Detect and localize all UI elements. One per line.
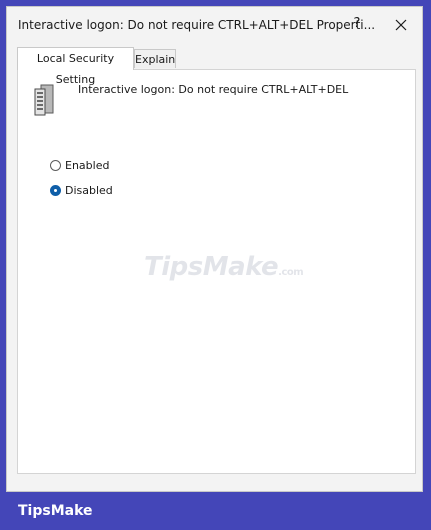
properties-dialog: Interactive logon: Do not require CTRL+A…	[6, 6, 423, 492]
apply-button[interactable]	[351, 491, 423, 492]
tab-explain[interactable]: Explain	[134, 49, 176, 68]
window-title: Interactive logon: Do not require CTRL+A…	[18, 18, 376, 32]
disabled-radio[interactable]	[50, 184, 61, 196]
help-button[interactable]: ?	[348, 15, 366, 33]
enabled-radio[interactable]	[50, 159, 61, 171]
policy-name: Interactive logon: Do not require CTRL+A…	[78, 83, 349, 96]
enabled-label[interactable]: Enabled	[65, 159, 109, 172]
close-icon	[395, 19, 407, 31]
server-policy-icon	[34, 84, 54, 116]
tab-panel: Interactive logon: Do not require CTRL+A…	[17, 69, 416, 474]
screenshot-frame: Interactive logon: Do not require CTRL+A…	[0, 0, 431, 530]
title-bar: Interactive logon: Do not require CTRL+A…	[7, 7, 422, 41]
watermark: TipsMake.com	[144, 252, 304, 282]
close-button[interactable]	[391, 15, 411, 35]
cancel-button[interactable]	[270, 491, 344, 492]
tab-strip: Local Security Setting Explain	[17, 47, 417, 86]
footer-brand: TipsMake	[18, 503, 93, 519]
enabled-option[interactable]: Enabled	[50, 157, 109, 173]
disabled-option[interactable]: Disabled	[50, 182, 113, 198]
tab-local-security-setting[interactable]: Local Security Setting	[17, 47, 134, 86]
watermark-text: TipsMake	[144, 252, 279, 282]
watermark-suffix: .com	[278, 267, 304, 278]
ok-button[interactable]	[188, 491, 262, 492]
disabled-label[interactable]: Disabled	[65, 184, 113, 197]
